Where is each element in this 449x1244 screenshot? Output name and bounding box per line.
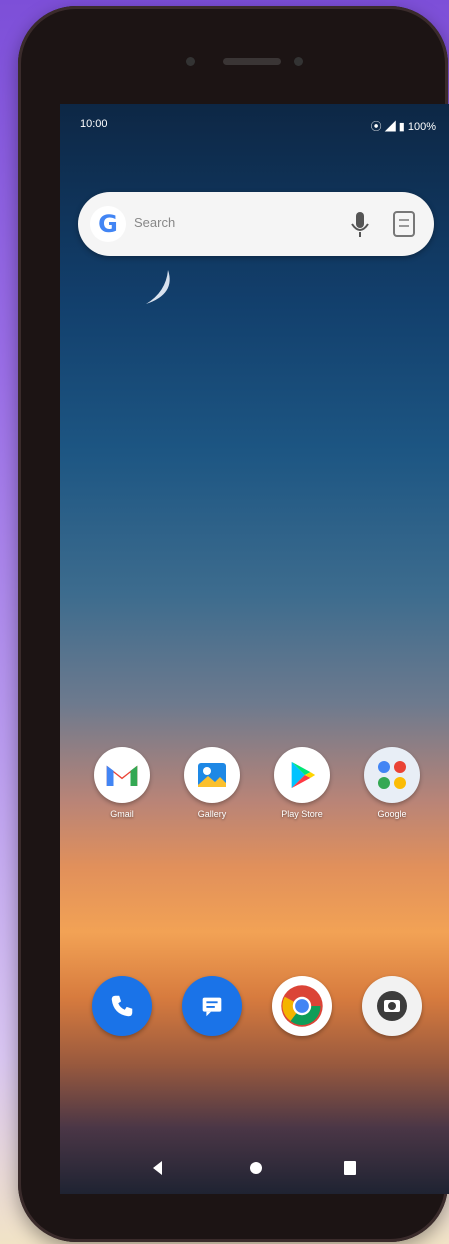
dock-chrome[interactable] xyxy=(260,976,344,1036)
phone-icon xyxy=(92,976,152,1036)
camera-icon xyxy=(362,976,422,1036)
app-label: Gmail xyxy=(110,809,134,819)
status-icons: ⦿ ◢ ▮ 100% xyxy=(370,121,436,133)
app-label: Gallery xyxy=(197,809,227,819)
messages-icon xyxy=(182,976,242,1036)
app-gmail[interactable]: Gmail xyxy=(80,747,164,819)
home-icon[interactable] xyxy=(246,1158,266,1178)
google-logo-icon: G xyxy=(90,206,126,242)
app-gallery[interactable]: Gallery xyxy=(170,747,254,819)
dock-phone[interactable] xyxy=(80,976,164,1036)
search-placeholder: Search xyxy=(134,215,176,230)
earpiece-speaker xyxy=(223,58,281,65)
app-label: Google xyxy=(377,809,407,819)
phone-frame: 10:00 ⦿ ◢ ▮ 100% G Search Gmail Gallery … xyxy=(18,6,449,1242)
home-screen: 10:00 ⦿ ◢ ▮ 100% G Search Gmail Gallery … xyxy=(60,104,449,1194)
gmail-icon xyxy=(94,747,150,803)
app-play-store[interactable]: Play Store xyxy=(260,747,344,819)
play-store-icon xyxy=(274,747,330,803)
recents-icon[interactable] xyxy=(340,1158,360,1178)
app-google-folder[interactable]: Google xyxy=(350,747,434,819)
google-folder-icon xyxy=(364,747,420,803)
app-label: Play Store xyxy=(281,809,323,819)
search-bar[interactable]: G Search xyxy=(78,192,434,256)
front-camera-dot xyxy=(186,57,195,66)
dock-camera[interactable] xyxy=(350,976,434,1036)
status-time: 10:00 xyxy=(80,118,108,130)
gallery-icon xyxy=(184,747,240,803)
chrome-icon xyxy=(272,976,332,1036)
mic-icon[interactable] xyxy=(346,208,374,240)
sensor-dot xyxy=(294,57,303,66)
lens-icon[interactable] xyxy=(390,208,418,240)
back-icon[interactable] xyxy=(148,1158,168,1178)
navigation-bar xyxy=(60,1144,449,1194)
moon-icon xyxy=(146,270,170,304)
status-bar: 10:00 ⦿ ◢ ▮ 100% xyxy=(60,104,449,144)
dock-messages[interactable] xyxy=(170,976,254,1036)
